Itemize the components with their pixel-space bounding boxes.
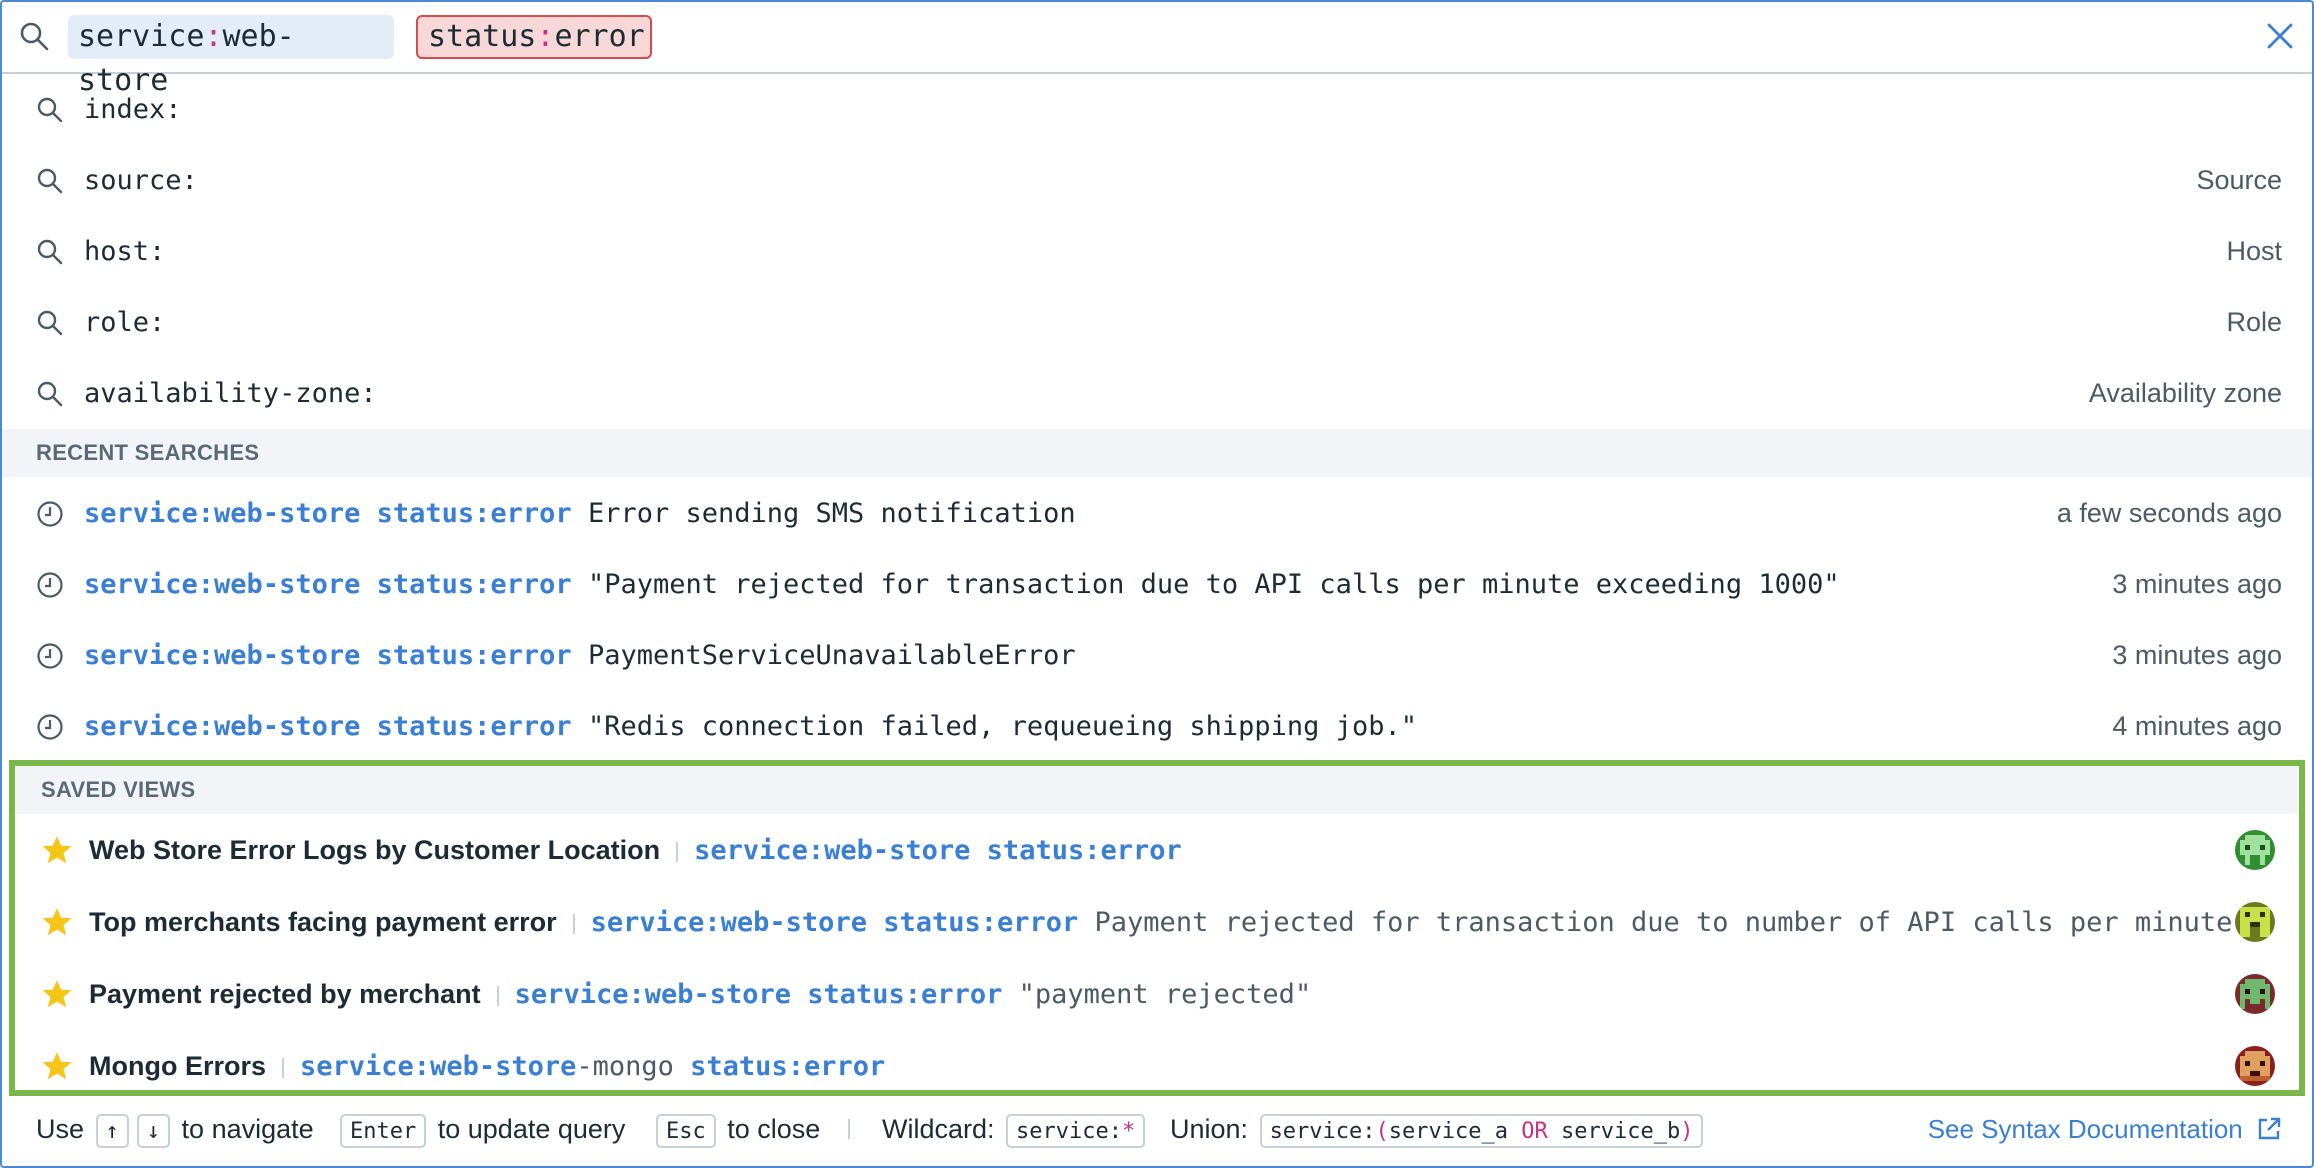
- avatar: [2235, 830, 2275, 870]
- section-title: RECENT SEARCHES: [36, 440, 260, 465]
- saved-view-status: status:error: [970, 835, 1182, 866]
- saved-views-header: SAVED VIEWS: [15, 766, 2299, 814]
- recent-time: 3 minutes ago: [2112, 640, 2282, 670]
- recent-query: service:web-store status:error: [84, 498, 572, 529]
- recent-searches-header: RECENT SEARCHES: [2, 429, 2312, 477]
- saved-view-query: service:web-store: [694, 835, 971, 866]
- star-icon[interactable]: [41, 834, 73, 866]
- syntax-documentation-link[interactable]: See Syntax Documentation: [1928, 1092, 2282, 1166]
- saved-view-item[interactable]: Top merchants facing payment error servic…: [15, 886, 2299, 958]
- saved-view-status: status:error: [673, 1051, 886, 1082]
- divider: [848, 1119, 850, 1139]
- recent-text: "Payment rejected for transaction due to…: [587, 569, 1840, 600]
- saved-view-name: Payment rejected by merchant: [89, 979, 481, 1009]
- suggestion-item[interactable]: availability-zone: Availability zone: [2, 358, 2312, 429]
- suggestion-hint: Availability zone: [2088, 378, 2282, 408]
- esc-hint: Esc to close: [652, 1092, 820, 1166]
- query-chip-status[interactable]: status:error: [416, 15, 652, 59]
- saved-view-query: service:web-store: [300, 1051, 577, 1082]
- saved-view-query-suffix: -mongo: [576, 1051, 674, 1082]
- recent-text: PaymentServiceUnavailableError: [587, 640, 1076, 671]
- search-icon: [37, 310, 63, 336]
- saved-view-status: status:error: [791, 979, 1003, 1010]
- clock-icon: [37, 643, 63, 669]
- search-icon: [20, 22, 49, 51]
- union-hint: Union: service:(service_a OR service_b): [1170, 1092, 1707, 1166]
- suggestion-text: index:: [84, 94, 182, 125]
- saved-view-item[interactable]: Web Store Error Logs by Customer Locatio…: [15, 814, 2299, 886]
- saved-view-query: service:web-store: [514, 979, 792, 1010]
- recent-query: service:web-store status:error: [84, 569, 572, 600]
- recent-query: service:web-store status:error: [84, 640, 572, 671]
- recent-text: Error sending SMS notification: [587, 498, 1076, 529]
- recent-query: service:web-store status:error: [84, 711, 572, 742]
- wildcard-hint: Wildcard: service:*: [882, 1092, 1149, 1166]
- divider: [572, 913, 575, 934]
- suggestion-item[interactable]: role: Role: [2, 287, 2312, 358]
- clock-icon: [37, 714, 63, 740]
- avatar: [2235, 1046, 2275, 1086]
- recent-time: 3 minutes ago: [2112, 569, 2282, 599]
- suggestion-text: role:: [84, 307, 166, 338]
- enter-hint: Enter to update query: [336, 1092, 625, 1166]
- recent-search-item[interactable]: service:web-store status:error "Redis co…: [2, 691, 2312, 762]
- star-icon[interactable]: [41, 906, 73, 938]
- footer-hints: Use ↑ ↓ to navigate Enter to update query…: [2, 1092, 2312, 1166]
- navigate-hint: Use ↑ ↓ to navigate: [36, 1092, 314, 1166]
- external-link-icon: [2258, 1117, 2281, 1140]
- recent-text: "Redis connection failed, requeueing shi…: [587, 711, 1417, 742]
- down-key: ↓: [136, 1113, 171, 1148]
- avatar: [2235, 902, 2275, 942]
- saved-views-panel: SAVED VIEWS Web Store Error Logs by Cust…: [9, 760, 2305, 1096]
- star-icon[interactable]: [41, 1050, 73, 1082]
- saved-view-name: Mongo Errors: [89, 1051, 267, 1081]
- search-bar[interactable]: service:web-store status:error: [2, 2, 2312, 98]
- union-example: service:(service_a OR service_b): [1259, 1113, 1704, 1148]
- wildcard-example: service:*: [1006, 1113, 1146, 1148]
- suggestion-text: availability-zone:: [84, 378, 377, 409]
- close-icon[interactable]: [2264, 20, 2296, 52]
- search-icon: [37, 239, 63, 265]
- suggestion-hint: Host: [2226, 236, 2282, 266]
- enter-key: Enter: [340, 1113, 427, 1148]
- divider: [676, 841, 679, 862]
- clock-icon: [37, 572, 63, 598]
- saved-view-query: service:web-store: [590, 907, 867, 938]
- search-icon: [37, 381, 63, 407]
- search-dropdown: service:web-store status:error index: so…: [0, 0, 2314, 1168]
- saved-view-text: Payment rejected for transaction due to …: [1078, 907, 2265, 938]
- recent-search-item[interactable]: service:web-store status:error Error sen…: [2, 478, 2312, 549]
- saved-view-name: Top merchants facing payment error: [89, 907, 557, 937]
- suggestion-hint: Role: [2226, 307, 2282, 337]
- recent-search-item[interactable]: service:web-store status:error PaymentSe…: [2, 620, 2312, 691]
- saved-view-status: status:error: [866, 907, 1079, 938]
- saved-view-item[interactable]: Payment rejected by merchant service:web-…: [15, 958, 2299, 1030]
- saved-view-name: Web Store Error Logs by Customer Locatio…: [89, 835, 661, 865]
- search-icon: [37, 168, 63, 194]
- suggestion-item[interactable]: index:: [2, 74, 2312, 145]
- clock-icon: [37, 501, 63, 527]
- recent-time: 4 minutes ago: [2112, 711, 2282, 741]
- section-title: SAVED VIEWS: [41, 777, 196, 802]
- query-chip-service[interactable]: service:web-store: [68, 15, 394, 98]
- suggestion-item[interactable]: host: Host: [2, 216, 2312, 287]
- star-icon[interactable]: [41, 978, 73, 1010]
- suggestion-text: source:: [84, 165, 198, 196]
- divider: [282, 1057, 285, 1078]
- avatar: [2235, 974, 2275, 1014]
- saved-view-text: "payment rejected": [1002, 979, 1312, 1010]
- recent-search-item[interactable]: service:web-store status:error "Payment …: [2, 549, 2312, 620]
- suggestion-item[interactable]: source: Source: [2, 145, 2312, 216]
- up-key: ↑: [95, 1113, 129, 1148]
- suggestion-text: host:: [84, 236, 166, 267]
- suggestion-hint: Source: [2196, 165, 2282, 195]
- search-icon: [37, 97, 63, 123]
- divider: [496, 985, 499, 1006]
- recent-time: a few seconds ago: [2056, 498, 2282, 528]
- esc-key: Esc: [656, 1113, 716, 1148]
